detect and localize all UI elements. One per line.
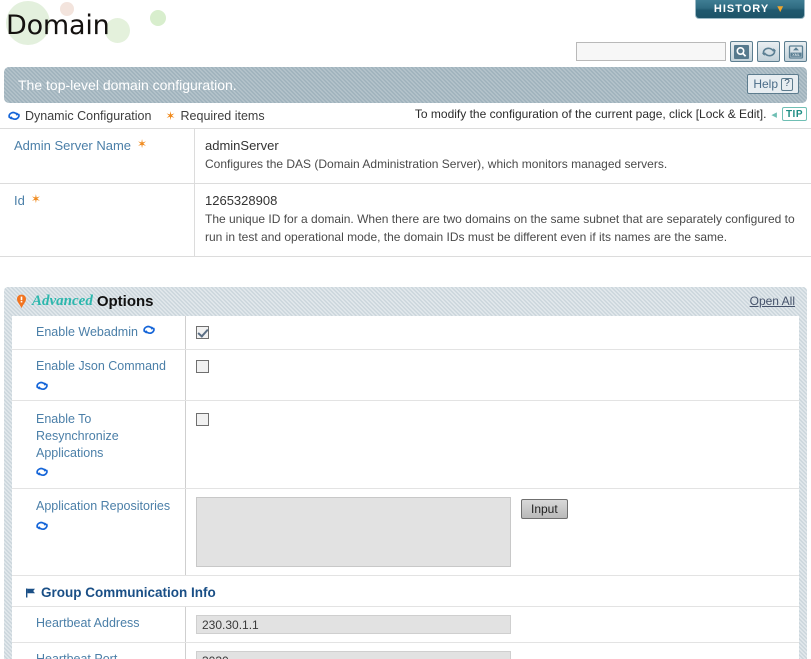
sync-arrows-icon <box>143 325 155 335</box>
field-label-cell: Enable Json Command <box>12 349 186 400</box>
group-communication-info-header: Group Communication Info <box>12 576 799 608</box>
field-label: Application Repositories <box>36 499 171 514</box>
field-control-cell <box>186 643 799 659</box>
property-value: 1265328908 <box>205 193 278 209</box>
description-text: The top-level domain configuration. <box>18 77 237 93</box>
asterisk-icon: ✶ <box>165 109 176 123</box>
chevron-down-icon: ▼ <box>775 3 787 15</box>
field-row-heartbeat-port: Heartbeat Port <box>12 643 799 659</box>
enable-webadmin-checkbox[interactable] <box>196 326 209 339</box>
tip-badge: TIP <box>781 107 807 121</box>
field-row-heartbeat-address: Heartbeat Address <box>12 607 799 644</box>
open-all-link[interactable]: Open All <box>750 294 795 308</box>
application-repositories-input-button[interactable]: Input <box>521 499 568 520</box>
field-control-cell <box>186 401 799 489</box>
heartbeat-address-input[interactable] <box>196 615 511 635</box>
asterisk-icon: ✶ <box>137 137 148 151</box>
property-name-cell: Admin Server Name ✶ <box>0 129 195 184</box>
legend-required-label: Required items <box>180 109 265 123</box>
sync-arrows-icon <box>8 111 20 121</box>
top-banner: Domain HISTORY ▼ XML <box>0 0 811 67</box>
property-value: adminServer <box>205 138 279 153</box>
search-input[interactable] <box>576 42 726 61</box>
search-icon <box>734 44 749 59</box>
advanced-title: Options <box>96 293 154 310</box>
sync-arrows-icon <box>36 381 48 390</box>
field-label: Heartbeat Address <box>36 616 140 631</box>
help-button[interactable]: Help ? <box>747 74 799 94</box>
question-mark-icon: ? <box>781 77 793 91</box>
property-description: Configures the DAS (Domain Administratio… <box>205 157 668 171</box>
legend-bar: Dynamic Configuration ✶ Required items T… <box>0 105 811 127</box>
property-label: Id <box>14 193 25 209</box>
sync-arrows-icon <box>36 468 48 477</box>
tip-text: To modify the configuration of the curre… <box>414 107 767 121</box>
tip-line: To modify the configuration of the curre… <box>415 107 807 121</box>
sync-arrows-icon <box>36 521 48 531</box>
history-label: HISTORY <box>713 3 770 15</box>
page-title: Domain <box>6 10 110 41</box>
advanced-title-accent: Advanced <box>32 293 93 309</box>
field-row-enable-resynchronize: Enable To Resynchronize Applications <box>12 400 799 490</box>
description-bar: The top-level domain configuration. Help… <box>4 67 807 103</box>
property-value-cell: 1265328908 The unique ID for a domain. W… <box>195 184 811 256</box>
field-control-cell: Input <box>186 489 799 575</box>
advanced-options-body: Enable Webadmin Enable Json Command Enab… <box>12 316 799 659</box>
legend-dynamic-configuration: Dynamic Configuration <box>8 109 151 123</box>
field-control-cell <box>186 607 799 642</box>
field-label-cell: Heartbeat Address <box>12 607 186 643</box>
xml-export-button[interactable]: XML <box>784 41 807 62</box>
page-root: Domain HISTORY ▼ XML The top-level domai… <box>0 0 811 659</box>
legend-dynamic-label: Dynamic Configuration <box>25 109 152 123</box>
tip-pointer-icon: ◂ <box>771 108 777 121</box>
field-label-cell: Heartbeat Port <box>12 643 186 659</box>
field-row-enable-json-command: Enable Json Command <box>12 349 799 401</box>
bulb-marker-icon <box>17 294 26 309</box>
field-row-enable-webadmin: Enable Webadmin <box>12 316 799 350</box>
field-label: Enable Webadmin <box>36 325 138 339</box>
advanced-options-panel: Advanced Options Open All Enable Webadmi… <box>4 287 807 659</box>
advanced-options-header: Advanced Options Open All <box>12 287 799 316</box>
legend-required-items: ✶ Required items <box>165 109 264 123</box>
field-label-cell: Enable Webadmin <box>12 316 186 349</box>
property-label: Admin Server Name <box>14 138 132 153</box>
table-row: Id ✶ 1265328908 The unique ID for a doma… <box>0 184 811 258</box>
flag-icon <box>26 588 35 598</box>
field-row-application-repositories: Application Repositories Input <box>12 489 799 577</box>
enable-resynchronize-checkbox[interactable] <box>196 412 209 426</box>
field-control-cell <box>186 350 799 400</box>
refresh-button[interactable] <box>757 41 780 62</box>
help-label: Help <box>753 77 778 91</box>
field-label-cell: Enable To Resynchronize Applications <box>12 400 186 489</box>
field-label-cell: Application Repositories <box>12 489 186 576</box>
asterisk-icon: ✶ <box>30 192 41 207</box>
property-value-cell: adminServer Configures the DAS (Domain A… <box>195 129 811 183</box>
field-label: Enable Json Command <box>36 358 166 373</box>
application-repositories-textarea[interactable] <box>196 497 511 568</box>
field-label: Enable To Resynchronize Applications <box>36 411 119 460</box>
property-table: Admin Server Name ✶ adminServer Configur… <box>0 128 811 258</box>
property-name-cell: Id ✶ <box>0 184 195 257</box>
group-title: Group Communication Info <box>41 585 216 601</box>
field-control-cell <box>186 316 799 349</box>
history-button[interactable]: HISTORY ▼ <box>695 0 805 19</box>
table-row: Admin Server Name ✶ adminServer Configur… <box>0 128 811 185</box>
field-label: Heartbeat Port <box>36 651 117 659</box>
search-toolbar: XML <box>576 41 807 62</box>
xml-upload-icon: XML <box>788 44 803 59</box>
heartbeat-port-input[interactable] <box>196 651 511 659</box>
enable-json-command-checkbox[interactable] <box>196 359 209 373</box>
decorative-circle-small <box>150 10 166 26</box>
property-description: The unique ID for a domain. When there a… <box>205 212 795 244</box>
refresh-arrows-icon <box>761 47 776 56</box>
search-button[interactable] <box>730 41 753 62</box>
svg-text:XML: XML <box>792 53 799 57</box>
